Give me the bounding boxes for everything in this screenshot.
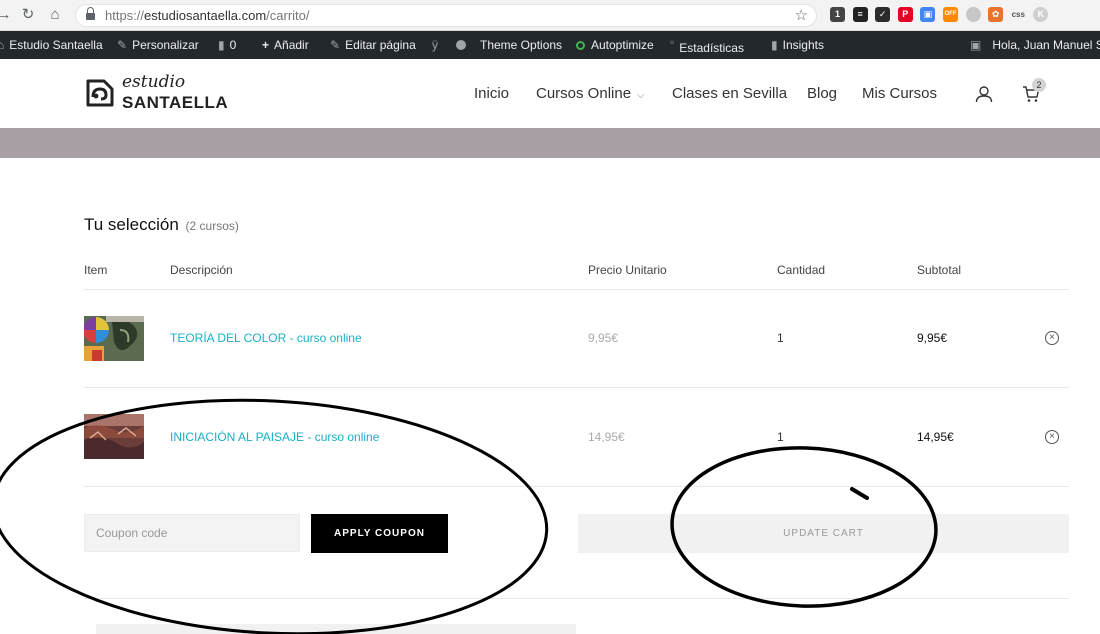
wp-admin-bar: ⌂ Estudio Santaella ✎ Personalizar ▮ 0 + Aña… [0, 31, 1100, 59]
page: → ↻ ⌂ https://estudiosantaella.com/carri… [0, 0, 1100, 634]
bookmark-star-icon[interactable]: ☆ [795, 6, 808, 24]
admin-theme-options-link[interactable]: Theme Options [456, 38, 562, 52]
off-icon[interactable]: OFF [943, 7, 958, 22]
home-icon: ⌂ [0, 38, 5, 52]
admin-greeting[interactable]: ▣ Hola, Juan Manuel S [970, 38, 1100, 52]
comment-icon: ▮ [218, 38, 225, 52]
extension-1-icon[interactable]: 1 [830, 7, 845, 22]
update-cart-button[interactable]: UPDATE CART [578, 514, 1069, 553]
flower-icon[interactable]: ✿ [988, 7, 1004, 22]
home-icon[interactable]: ⌂ [44, 5, 66, 25]
buffer-icon[interactable]: ≡ [852, 7, 868, 22]
annotation-tick [850, 487, 869, 500]
menu-item-blog[interactable]: Blog [807, 85, 837, 102]
admin-customize-link[interactable]: ✎ Personalizar [117, 38, 199, 52]
unit-price: 9,95€ [588, 331, 619, 345]
menu-item-mis-cursos[interactable]: Mis Cursos [862, 85, 937, 102]
profile-icon[interactable]: K [1033, 7, 1049, 22]
forward-icon[interactable]: → [0, 5, 15, 25]
admin-comments-link[interactable]: ▮ 0 [218, 38, 236, 52]
annotation-ellipse-coupon [0, 398, 549, 634]
product-thumbnail[interactable] [84, 414, 144, 459]
pinterest-icon[interactable]: P [897, 7, 913, 22]
broken-image-icon: ▫ [670, 35, 675, 49]
extension-screen-icon[interactable]: ▣ [920, 7, 936, 22]
cart-title: Tu selección (2 cursos) [84, 215, 239, 234]
dot-icon [456, 40, 466, 50]
admin-insights-link[interactable]: ▮ Insights [771, 38, 824, 52]
unit-price: 14,95€ [588, 430, 625, 444]
menu-item-clases-sevilla[interactable]: Clases en Sevilla [672, 85, 787, 102]
admin-stats-link[interactable]: ▫ Estadísticas [670, 35, 744, 55]
product-thumbnail[interactable] [84, 316, 144, 361]
chevron-down-icon: ⌵ [637, 90, 645, 101]
logo-text-top[interactable]: estudio [122, 72, 185, 92]
autoptimize-icon [576, 41, 585, 50]
checkmark-icon[interactable]: ✓ [875, 7, 891, 22]
menu-item-inicio[interactable]: Inicio [474, 85, 509, 102]
cart-count-badge: 2 [1032, 78, 1046, 92]
browser-toolbar: → ↻ ⌂ https://estudiosantaella.com/carri… [0, 0, 1100, 31]
subtotal-value: 9,95€ [917, 331, 948, 345]
url-text: https://estudiosantaella.com/carrito/ [105, 8, 310, 23]
lock-icon [86, 7, 95, 20]
brush-icon: ✎ [117, 38, 128, 52]
circle-grey-icon[interactable] [965, 7, 981, 22]
logo-icon[interactable] [84, 77, 116, 109]
pencil-icon: ✎ [330, 38, 341, 52]
column-header-subtotal: Subtotal [917, 263, 962, 277]
cart-item-count: (2 cursos) [185, 219, 239, 233]
column-header-description: Descripción [170, 263, 233, 277]
admin-site-link[interactable]: ⌂ Estudio Santaella [0, 38, 103, 52]
site-header: estudio SANTAELLA Inicio Cursos Online ⌵ … [0, 59, 1100, 128]
totals-panel-edge [96, 624, 576, 634]
avatar-icon: ▣ [970, 38, 982, 52]
yoast-icon[interactable]: ÿ [432, 38, 443, 52]
divider [84, 486, 1069, 487]
column-header-quantity: Cantidad [777, 263, 826, 277]
reload-icon[interactable]: ↻ [17, 5, 39, 25]
menu-item-cursos-online[interactable]: Cursos Online ⌵ [536, 85, 645, 102]
hero-band [0, 128, 1100, 158]
divider [84, 598, 1069, 599]
bar-chart-icon: ▮ [771, 38, 778, 52]
admin-edit-page-link[interactable]: ✎ Editar página [330, 38, 416, 52]
quantity-value[interactable]: 1 [777, 430, 784, 444]
plus-icon: + [262, 38, 270, 52]
divider [84, 387, 1069, 388]
remove-item-icon[interactable]: × [1045, 430, 1059, 444]
subtotal-value: 14,95€ [917, 430, 954, 444]
admin-autoptimize-link[interactable]: Autoptimize [576, 38, 654, 52]
user-icon[interactable] [975, 85, 993, 103]
logo-text-bottom[interactable]: SANTAELLA [122, 93, 228, 113]
column-header-item: Item [84, 263, 108, 277]
coupon-code-input[interactable] [84, 514, 300, 552]
address-bar[interactable]: https://estudiosantaella.com/carrito/ ☆ [75, 4, 817, 27]
apply-coupon-button[interactable]: APPLY COUPON [311, 514, 448, 553]
admin-add-new-link[interactable]: + Añadir [262, 38, 309, 52]
quantity-value[interactable]: 1 [777, 331, 784, 345]
remove-item-icon[interactable]: × [1045, 331, 1059, 345]
product-link[interactable]: INICIACIÓN AL PAISAJE - curso online [170, 430, 379, 444]
divider [84, 289, 1069, 290]
yoast-logo-icon: ÿ [432, 38, 438, 52]
product-link[interactable]: TEORÍA DEL COLOR - curso online [170, 331, 362, 345]
css-icon[interactable]: css [1010, 7, 1026, 22]
column-header-unit-price: Precio Unitario [588, 263, 667, 277]
